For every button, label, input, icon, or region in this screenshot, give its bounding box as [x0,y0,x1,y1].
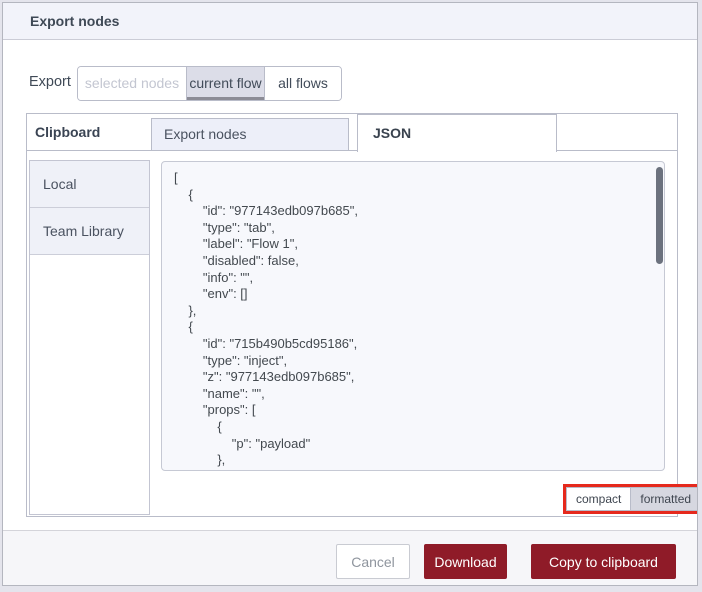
export-scope-label: Export [29,74,71,90]
json-export-editor[interactable]: [ { "id": "977143edb097b685", "type": "t… [161,161,665,471]
copy-to-clipboard-button[interactable]: Copy to clipboard [531,544,676,579]
format-toggle-annotation: compact formatted [563,484,697,514]
export-scope-group: selected nodes current flow all flows [77,66,342,101]
dialog-title: Export nodes [3,3,697,40]
download-button[interactable]: Download [424,544,507,579]
export-destination-panel: Clipboard Export nodes JSON Local Team L… [26,113,697,517]
tab-json[interactable]: JSON [357,114,557,152]
export-nodes-dialog: Export nodes Export selected nodes curre… [2,2,698,586]
sidebar-item-team-library[interactable]: Team Library [30,208,149,255]
tab-export-nodes[interactable]: Export nodes [151,118,349,151]
export-scope-all-flows-button[interactable]: all flows [264,67,341,100]
dialog-footer: Cancel Download Copy to clipboard [3,530,697,585]
screen-backdrop: Export nodes Export selected nodes curre… [0,0,702,592]
json-export-code: [ { "id": "977143edb097b685", "type": "t… [174,170,358,468]
format-compact-button[interactable]: compact [567,488,631,510]
format-toggle-group: compact formatted [566,487,697,511]
tab-row-divider [27,150,677,151]
cancel-button[interactable]: Cancel [336,544,410,579]
clipboard-heading: Clipboard [35,124,101,140]
sidebar-item-local[interactable]: Local [30,161,149,208]
editor-scrollbar-thumb[interactable] [656,167,663,264]
export-scope-current-flow-button[interactable]: current flow [186,67,264,100]
format-formatted-button[interactable]: formatted [630,488,697,510]
library-sidebar: Local Team Library [29,160,150,515]
export-scope-selected-nodes-button[interactable]: selected nodes [78,67,186,100]
